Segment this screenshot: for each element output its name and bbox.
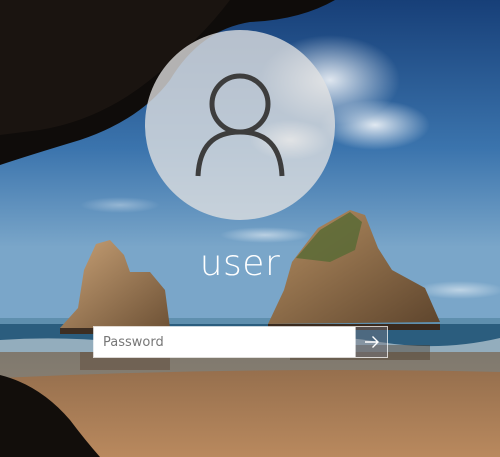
password-input[interactable] bbox=[94, 327, 355, 357]
username-label: user bbox=[199, 243, 281, 284]
user-avatar bbox=[145, 30, 335, 220]
submit-button[interactable] bbox=[355, 327, 387, 357]
user-silhouette-icon bbox=[195, 73, 285, 177]
arrow-right-icon bbox=[364, 336, 379, 348]
password-container bbox=[93, 326, 388, 358]
